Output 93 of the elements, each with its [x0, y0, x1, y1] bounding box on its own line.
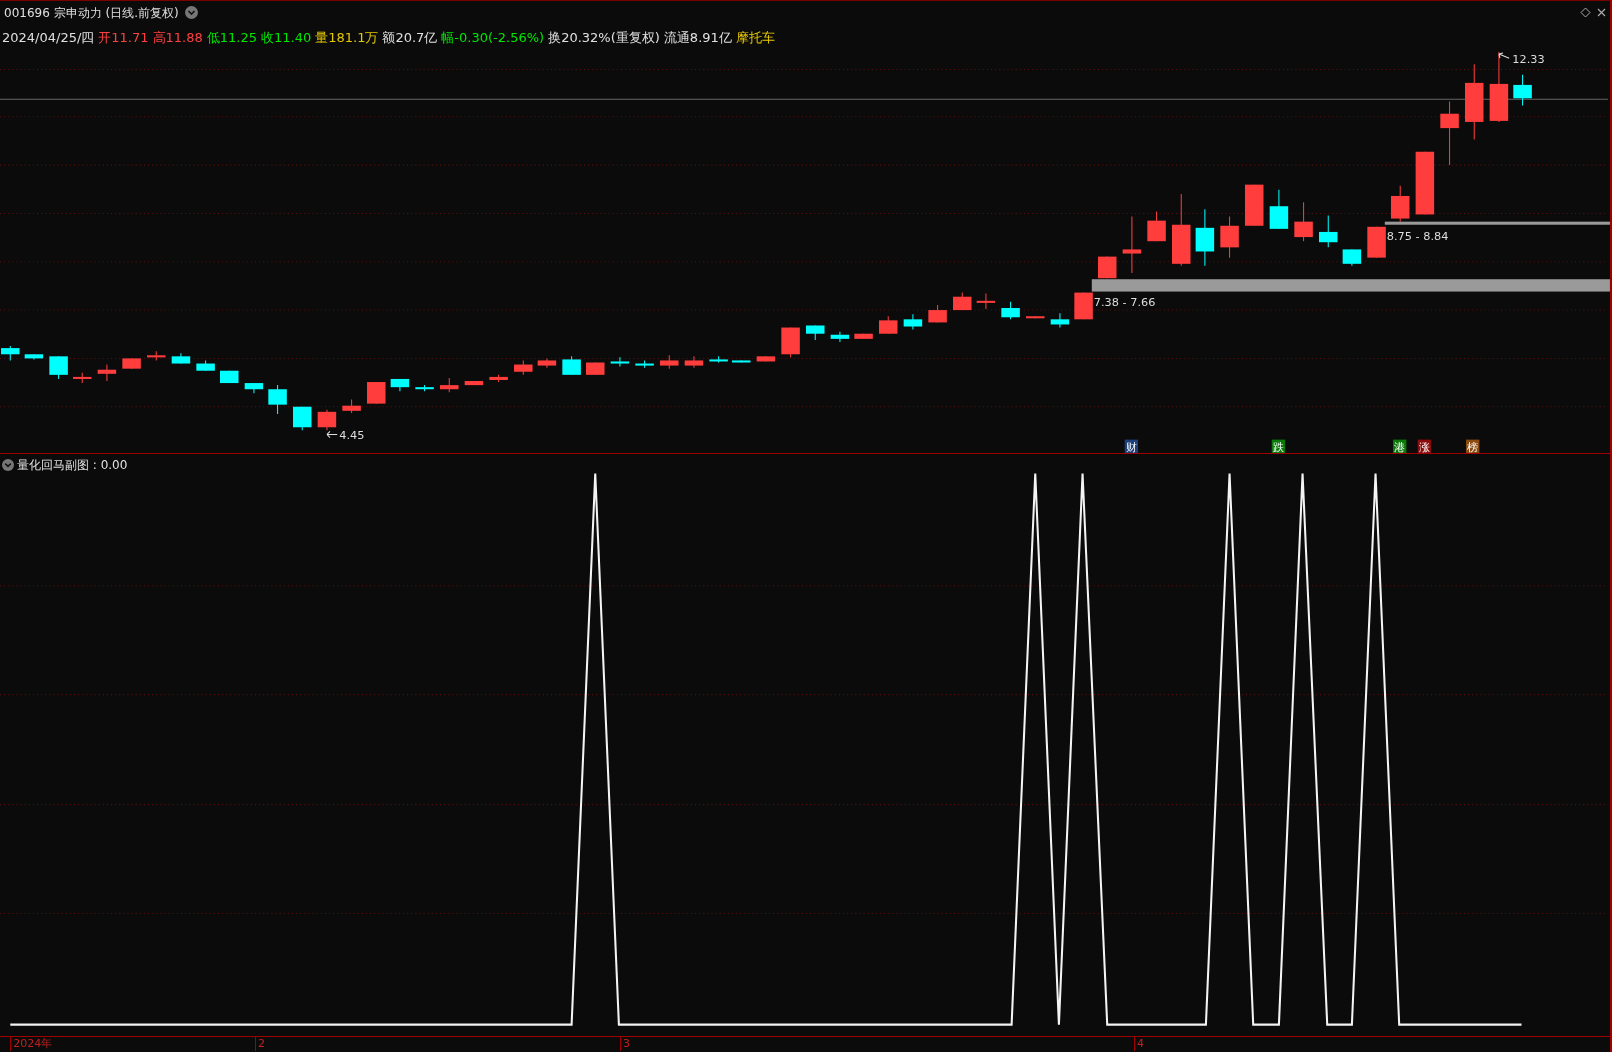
diamond-icon[interactable]: [1580, 7, 1591, 18]
candlestick: [1367, 226, 1386, 259]
candlestick: [732, 359, 751, 363]
candlestick: [635, 359, 654, 369]
quote-field: 摩托车: [735, 28, 775, 48]
candlestick: [415, 384, 434, 392]
event-badge[interactable]: 跌: [1271, 439, 1286, 453]
stock-title: 001696 宗申动力 (日线.前复权): [4, 4, 179, 22]
candlestick: [317, 409, 337, 431]
axis-label: 2: [254, 1037, 265, 1051]
arrow-icon: [326, 430, 338, 439]
quote-field: 收11.40: [260, 28, 312, 48]
candlestick: [73, 372, 92, 384]
axis-label: 3: [619, 1037, 630, 1051]
candlestick: [1489, 52, 1509, 123]
candlestick: [1245, 184, 1264, 227]
axis-label: 4: [1133, 1037, 1144, 1051]
candlestick: [1415, 151, 1435, 215]
axis-label: 2024年: [10, 1037, 53, 1051]
quote-field: 开11.71: [98, 28, 149, 48]
candlestick: [1, 345, 20, 361]
candlestick: [147, 350, 166, 361]
candlestick: [854, 333, 873, 340]
candlestick: [122, 357, 141, 370]
candlestick: [903, 313, 923, 331]
zone-label: 8.75 - 8.84: [1386, 230, 1449, 244]
candlestick: [781, 327, 800, 358]
candlestick: [196, 359, 215, 372]
candlestick: [489, 374, 508, 383]
candlestick: [464, 380, 484, 386]
close-icon[interactable]: [1597, 8, 1606, 17]
quote-field: 流通8.91亿: [663, 28, 732, 48]
candlestick: [830, 331, 850, 343]
event-badge[interactable]: 财: [1124, 439, 1139, 453]
candlestick: [440, 377, 459, 393]
candlestick: [1195, 208, 1215, 267]
candlestick: [514, 359, 533, 376]
candlestick: [24, 353, 44, 360]
candlestick: [537, 357, 557, 369]
quote-field: 换20.32%(重复权): [548, 28, 660, 48]
candlestick: [268, 384, 287, 415]
candlestick: [1001, 301, 1020, 320]
candlestick: [1122, 216, 1142, 274]
candlestick: [293, 406, 312, 431]
candlestick: [660, 354, 679, 370]
candlestick: [1050, 312, 1070, 329]
event-badge[interactable]: 涨: [1417, 439, 1432, 453]
chevron-down-icon[interactable]: [2, 459, 14, 471]
event-badge[interactable]: 榜: [1466, 439, 1480, 453]
arrow-icon: [1498, 52, 1510, 59]
candlestick: [1026, 315, 1045, 319]
quote-field: 幅-0.30(-2.56%): [441, 28, 545, 48]
candlestick: [97, 364, 117, 382]
candlestick: [879, 315, 898, 335]
candlestick: [1513, 74, 1532, 106]
candlestick: [1294, 201, 1313, 242]
quote-field: 低11.25: [206, 28, 257, 48]
candlestick: [1147, 210, 1166, 242]
candlestick: [367, 381, 386, 405]
candlestick: [1342, 248, 1362, 267]
high-price-label: 12.33: [1512, 53, 1545, 67]
candlestick: [709, 355, 728, 363]
candlestick: [342, 399, 361, 414]
candlestick: [976, 293, 996, 310]
candlestick: [390, 378, 410, 392]
candlestick: [1220, 216, 1239, 259]
candlestick: [220, 370, 239, 384]
candlestick: [244, 382, 264, 394]
candlestick: [1074, 292, 1093, 320]
candlestick: [1319, 214, 1338, 248]
indicator-title: 量化回马副图 : 0.00: [17, 457, 128, 474]
candlestick: [1390, 185, 1410, 223]
candlestick: [806, 324, 825, 341]
quote-field: 量181.1万: [315, 28, 379, 48]
candlestick: [756, 355, 776, 362]
event-badge[interactable]: 港: [1393, 439, 1407, 453]
candlestick: [1097, 256, 1117, 279]
quote-field: 高11.88: [152, 28, 203, 48]
candlestick: [953, 292, 972, 311]
chevron-down-icon[interactable]: [184, 6, 198, 19]
quote-field: 2024/04/25/四: [2, 28, 95, 48]
candlestick: [1269, 189, 1289, 230]
candlestick: [562, 355, 581, 376]
candlestick: [1440, 100, 1459, 166]
candlestick: [610, 356, 630, 368]
candlestick: [928, 304, 947, 323]
zone-label: 7.38 - 7.66: [1093, 295, 1156, 309]
candlestick: [684, 355, 704, 369]
quote-field: 额20.7亿: [382, 28, 438, 48]
low-price-label: 4.45: [339, 428, 365, 442]
candlestick: [586, 362, 605, 376]
candlestick: [171, 352, 191, 365]
candlestick: [49, 355, 68, 380]
